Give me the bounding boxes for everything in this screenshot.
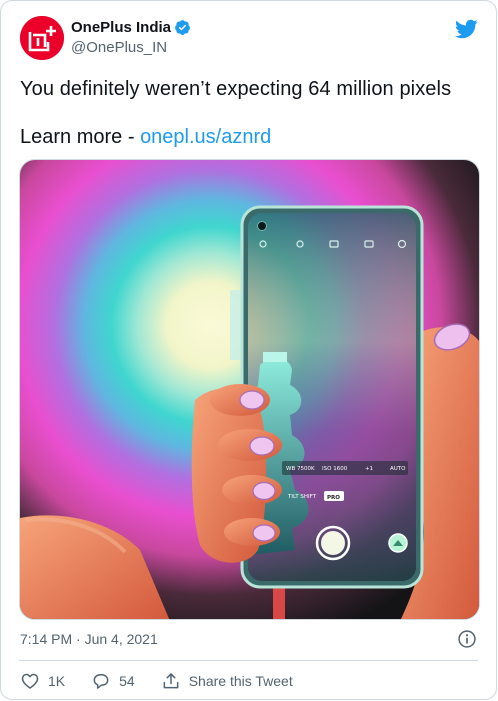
camera-setting-iso: ISO 1600 (322, 466, 348, 472)
divider (19, 660, 478, 661)
tweet-card: OnePlus India @OnePlus_IN You definitely… (0, 0, 497, 700)
learn-more-prefix: Learn more - (20, 126, 141, 148)
reply-button[interactable]: 54 (91, 671, 135, 691)
reply-icon (93, 674, 109, 689)
twitter-bird-icon[interactable] (454, 17, 478, 41)
tweet-media-image[interactable]: WB 7500K ISO 1600 +1 AUTO TILT SHIFT PRO (19, 159, 480, 620)
phone-illustration: WB 7500K ISO 1600 +1 AUTO TILT SHIFT PRO (20, 160, 479, 619)
author-name-row[interactable]: OnePlus India (71, 19, 191, 36)
tweet-link[interactable]: onepl.us/aznrd (140, 126, 271, 148)
like-count: 1K (48, 673, 66, 689)
camera-mode-tilt-shift: TILT SHIFT (287, 494, 317, 500)
author-handle[interactable]: @OnePlus_IN (71, 39, 167, 56)
reply-count: 54 (119, 673, 135, 689)
camera-setting-ev: +1 (365, 466, 373, 472)
share-label: Share this Tweet (188, 673, 293, 689)
share-icon (163, 673, 179, 689)
verified-badge-icon (175, 20, 190, 35)
learn-more-line: Learn more - onepl.us/aznrd (20, 125, 271, 149)
tweet-text: You definitely weren’t expecting 64 mill… (20, 78, 452, 100)
share-button[interactable]: Share this Tweet (161, 671, 293, 691)
author-display-name[interactable]: OnePlus India (71, 19, 171, 36)
heart-icon (21, 673, 39, 689)
camera-setting-wb: WB 7500K (286, 466, 315, 472)
camera-mode-pro: PRO (327, 495, 340, 501)
tweet-timestamp[interactable]: 7:14 PM · Jun 4, 2021 (20, 631, 158, 647)
camera-setting-focus: AUTO (390, 466, 406, 472)
tweet-actions: 1K 54 Share this Tweet (20, 669, 319, 693)
avatar[interactable] (20, 16, 64, 60)
like-button[interactable]: 1K (20, 671, 65, 691)
info-icon[interactable] (457, 629, 477, 649)
oneplus-logo-icon (20, 16, 64, 60)
